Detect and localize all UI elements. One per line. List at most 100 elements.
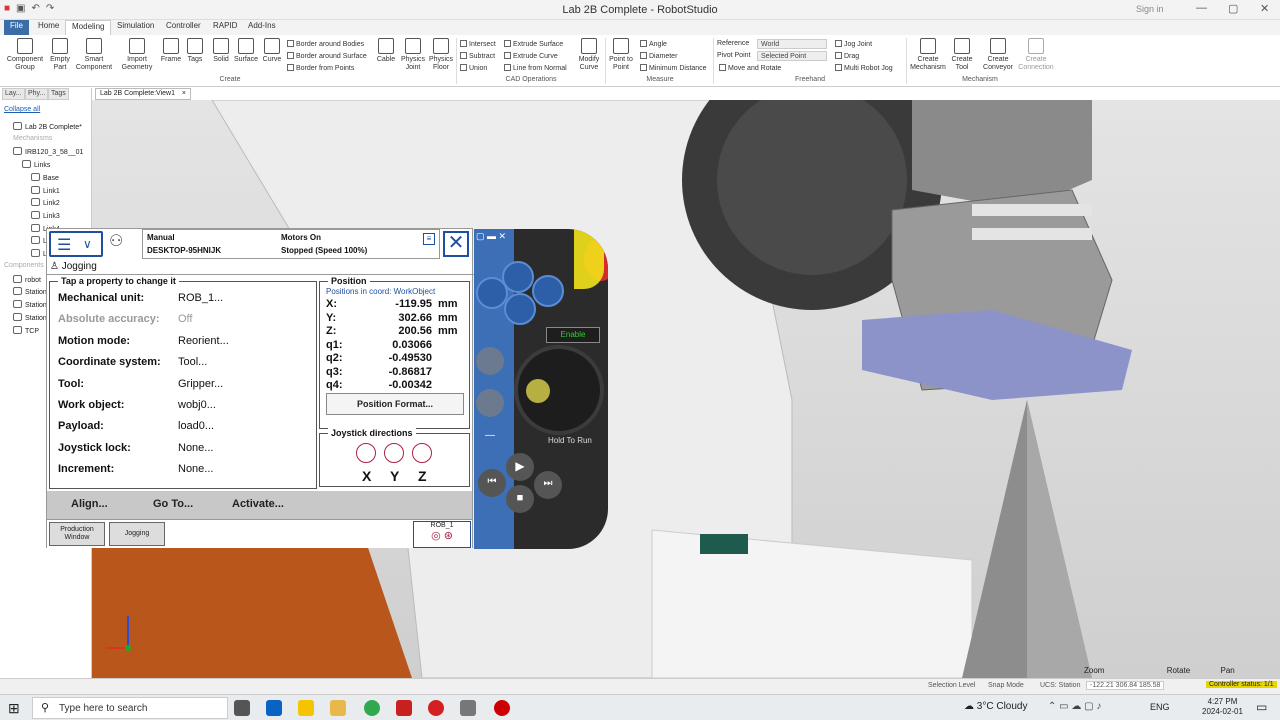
component-group-button[interactable]: Component Group — [4, 38, 46, 72]
collapse-all-link[interactable]: Collapse all — [4, 106, 40, 113]
move-rotate-button[interactable]: Move and Rotate — [719, 64, 781, 72]
curve-button[interactable]: Curve — [260, 38, 284, 64]
tree-item[interactable]: IRB120_3_58__01 — [13, 147, 83, 156]
custom-key-3[interactable] — [476, 277, 508, 309]
position-format-button[interactable]: Position Format... — [326, 393, 464, 415]
operator-window-icon[interactable]: ⚇ — [109, 231, 137, 257]
activate-button[interactable]: Activate... — [232, 498, 284, 510]
tree-item[interactable]: Station — [13, 300, 47, 309]
align-button[interactable]: Align... — [71, 498, 108, 510]
intersect-button[interactable]: Intersect — [460, 40, 496, 48]
border-surface-button[interactable]: Border around Surface — [287, 52, 367, 60]
clock[interactable]: 4:27 PM 2024-02-01 — [1202, 697, 1243, 717]
custom-key-2[interactable] — [532, 275, 564, 307]
outlook-icon[interactable] — [266, 700, 282, 716]
sticky-notes-icon[interactable] — [298, 700, 314, 716]
toggle-motion-icon[interactable] — [476, 347, 504, 375]
stop-icon[interactable]: ■ — [506, 485, 534, 513]
create-connection-button[interactable]: Create Connection — [1016, 38, 1056, 72]
recorder-icon[interactable] — [494, 700, 510, 716]
close-pendant-button[interactable]: ✕ — [443, 231, 469, 257]
drag-button[interactable]: Drag — [835, 52, 859, 60]
close-tab-icon[interactable]: × — [182, 90, 186, 97]
hold-to-run-button[interactable]: Hold To Run — [548, 436, 592, 445]
minimize-icon[interactable]: — — [1196, 2, 1207, 14]
create-tool-button[interactable]: Create Tool — [948, 38, 976, 72]
file-explorer-icon[interactable] — [330, 700, 346, 716]
tree-item[interactable]: robot — [13, 274, 41, 284]
start-icon[interactable]: ⊞ — [8, 700, 20, 717]
jog-joint-button[interactable]: Jog Joint — [835, 40, 872, 48]
extrude-curve-button[interactable]: Extrude Curve — [504, 52, 558, 60]
jogging-taskbar-button[interactable]: Jogging — [109, 522, 165, 546]
event-log-icon[interactable]: ≡ — [423, 233, 435, 245]
tab-rapid[interactable]: RAPID — [207, 20, 243, 35]
frame-button[interactable]: Frame — [158, 38, 184, 64]
maximize-icon[interactable]: ▢ — [1228, 2, 1238, 15]
property-value[interactable]: None... — [178, 463, 213, 475]
acrobat-icon[interactable] — [396, 700, 412, 716]
tree-item[interactable]: Link3 — [31, 210, 60, 220]
extrude-surface-button[interactable]: Extrude Surface — [504, 40, 563, 48]
cable-button[interactable]: Cable — [374, 38, 398, 64]
property-value[interactable]: Tool... — [178, 356, 207, 368]
tab-controller[interactable]: Controller — [160, 20, 207, 35]
enable-button[interactable]: Enable — [546, 327, 600, 343]
play-icon[interactable]: ▶ — [506, 453, 534, 481]
controller-status[interactable]: Controller status: 1/1 — [1206, 681, 1277, 688]
empty-part-button[interactable]: Empty Part — [46, 38, 74, 72]
tree-item[interactable]: Link1 — [31, 185, 60, 195]
tags-button[interactable]: Tags — [184, 38, 206, 64]
property-value[interactable]: None... — [178, 442, 213, 454]
property-value[interactable]: wobj0... — [178, 399, 216, 411]
window-controls[interactable]: ▢ ▬ ✕ — [476, 231, 506, 242]
tab-layout[interactable]: Lay... — [2, 88, 25, 100]
tab-add-ins[interactable]: Add-Ins — [242, 20, 282, 35]
custom-key-4[interactable] — [504, 293, 536, 325]
step-forward-icon[interactable]: ⏭ — [534, 471, 562, 499]
angle-button[interactable]: Angle — [640, 40, 667, 48]
tab-physics[interactable]: Phy... — [25, 88, 49, 100]
tree-item[interactable]: Components — [4, 262, 44, 269]
solid-button[interactable]: Solid — [210, 38, 232, 64]
smart-component-button[interactable]: Smart Component — [74, 38, 114, 72]
production-window-button[interactable]: Production Window — [49, 522, 105, 546]
tree-item[interactable]: Lab 2B Complete* — [13, 122, 82, 131]
line-from-normal-button[interactable]: Line from Normal — [504, 64, 567, 72]
physics-floor-button[interactable]: Physics Floor — [428, 38, 454, 72]
document-tab[interactable]: Lab 2B Complete:View1 × — [95, 88, 191, 100]
import-geometry-button[interactable]: Import Geometry — [116, 38, 158, 72]
tree-item[interactable]: TCP — [13, 325, 39, 335]
tab-tags[interactable]: Tags — [48, 88, 69, 100]
tree-item[interactable]: Station — [13, 287, 47, 296]
search-box[interactable]: ⚲ Type here to search — [32, 697, 228, 719]
notifications-icon[interactable]: ▭ — [1256, 700, 1267, 714]
close-icon[interactable]: ✕ — [1260, 2, 1269, 15]
toggle-axis-icon[interactable] — [476, 389, 504, 417]
chrome-icon[interactable] — [364, 700, 380, 716]
main-menu-button[interactable]: ☰ ∨ — [49, 231, 103, 257]
reference-select[interactable]: World — [757, 39, 827, 49]
robotstudio-icon[interactable] — [428, 700, 444, 716]
tree-item[interactable]: Base — [31, 172, 59, 182]
border-points-button[interactable]: Border from Points — [287, 64, 354, 72]
step-back-icon[interactable]: ⏮ — [478, 469, 506, 497]
multi-robot-jog-button[interactable]: Multi Robot Jog — [835, 64, 893, 72]
physics-joint-button[interactable]: Physics Joint — [400, 38, 426, 72]
point-to-point-button[interactable]: Point to Point — [606, 38, 636, 72]
tab-home[interactable]: Home — [32, 20, 65, 35]
property-value[interactable]: Off — [178, 313, 192, 325]
goto-button[interactable]: Go To... — [153, 498, 193, 510]
pivot-select[interactable]: Selected Point — [757, 51, 827, 61]
property-value[interactable]: Reorient... — [178, 335, 229, 347]
flexpendant-app-icon[interactable] — [460, 700, 476, 716]
tree-item[interactable]: Station — [13, 312, 47, 322]
property-value[interactable]: ROB_1... — [178, 292, 223, 304]
tree-item[interactable]: Links — [22, 160, 50, 169]
tab-simulation[interactable]: Simulation — [111, 20, 160, 35]
increment-icon[interactable]: — — [476, 423, 504, 451]
language-indicator[interactable]: ENG — [1150, 702, 1170, 712]
system-tray-icons[interactable]: ⌃ ▭ ☁ ▢ ♪ — [1048, 701, 1101, 712]
tab-modeling[interactable]: Modeling — [65, 20, 112, 35]
task-view-icon[interactable] — [234, 700, 250, 716]
